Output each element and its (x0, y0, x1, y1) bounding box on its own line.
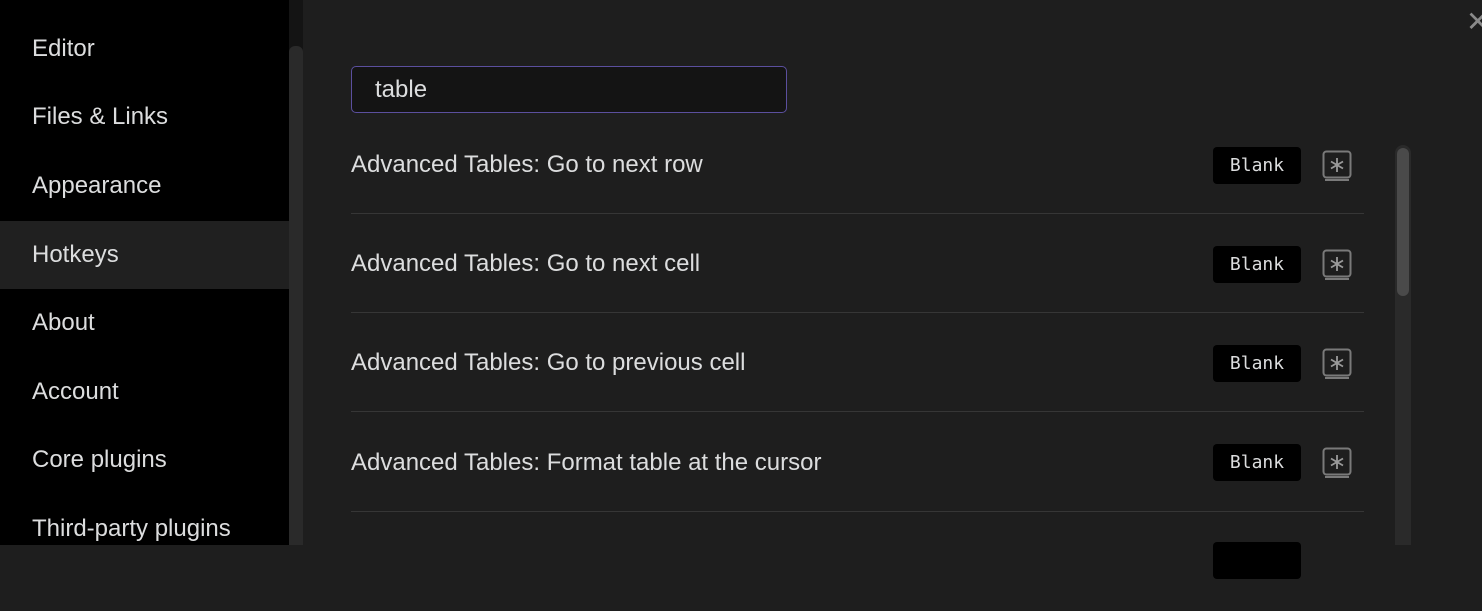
sidebar-item-editor[interactable]: Editor (0, 15, 289, 83)
add-hotkey-icon[interactable] (1322, 249, 1352, 281)
hotkey-row: Advanced Tables: Format table at the cur… (351, 413, 1364, 512)
hotkey-command-label: Advanced Tables: Go to next cell (351, 250, 701, 277)
sidebar-item-files-links[interactable]: Files & Links (0, 83, 289, 151)
hotkey-command-label: Advanced Tables: Format table at the cur… (351, 449, 822, 476)
sidebar-item-label: Account (32, 378, 119, 405)
settings-sidebar: Editor Files & Links Appearance Hotkeys … (0, 0, 289, 545)
close-icon[interactable]: ✕ (1466, 2, 1482, 42)
hotkey-search-input[interactable] (351, 66, 787, 113)
sidebar-item-third-party-plugins[interactable]: Third-party plugins (0, 495, 289, 563)
hotkey-value-badge: Blank (1213, 345, 1301, 382)
hotkey-command-label: Advanced Tables: Go to next row (351, 151, 703, 178)
sidebar-item-hotkeys[interactable]: Hotkeys (0, 221, 289, 289)
sidebar-item-label: Core plugins (32, 446, 167, 473)
sidebar-item-appearance[interactable]: Appearance (0, 152, 289, 220)
add-hotkey-icon[interactable] (1322, 150, 1352, 182)
sidebar-item-about[interactable]: About (0, 289, 289, 357)
hotkey-list-scrollbar-thumb[interactable] (1397, 148, 1409, 296)
add-hotkey-icon[interactable] (1322, 447, 1352, 479)
sidebar-item-label: Files & Links (32, 103, 169, 130)
sidebar-item-label: Editor (32, 35, 95, 62)
hotkey-value-badge: Blank (1213, 147, 1301, 184)
hotkey-value-badge: Blank (1213, 246, 1301, 283)
hotkey-row (351, 512, 1364, 611)
sidebar-item-account[interactable]: Account (0, 358, 289, 426)
add-hotkey-icon[interactable] (1322, 348, 1352, 380)
hotkey-row: Advanced Tables: Go to previous cell Bla… (351, 313, 1364, 412)
hotkey-value-badge: Blank (1213, 444, 1301, 481)
sidebar-scrollbar-thumb[interactable] (289, 46, 303, 545)
sidebar-item-label: Appearance (32, 172, 162, 199)
sidebar-item-label: Third-party plugins (32, 515, 231, 542)
hotkey-row: Advanced Tables: Go to next row Blank (351, 115, 1364, 214)
hotkey-row: Advanced Tables: Go to next cell Blank (351, 214, 1364, 313)
hotkey-value-badge (1213, 542, 1301, 579)
sidebar-item-core-plugins[interactable]: Core plugins (0, 426, 289, 494)
sidebar-item-label: Hotkeys (32, 241, 119, 268)
hotkey-command-label: Advanced Tables: Go to previous cell (351, 349, 746, 376)
sidebar-item-label: About (32, 309, 95, 336)
